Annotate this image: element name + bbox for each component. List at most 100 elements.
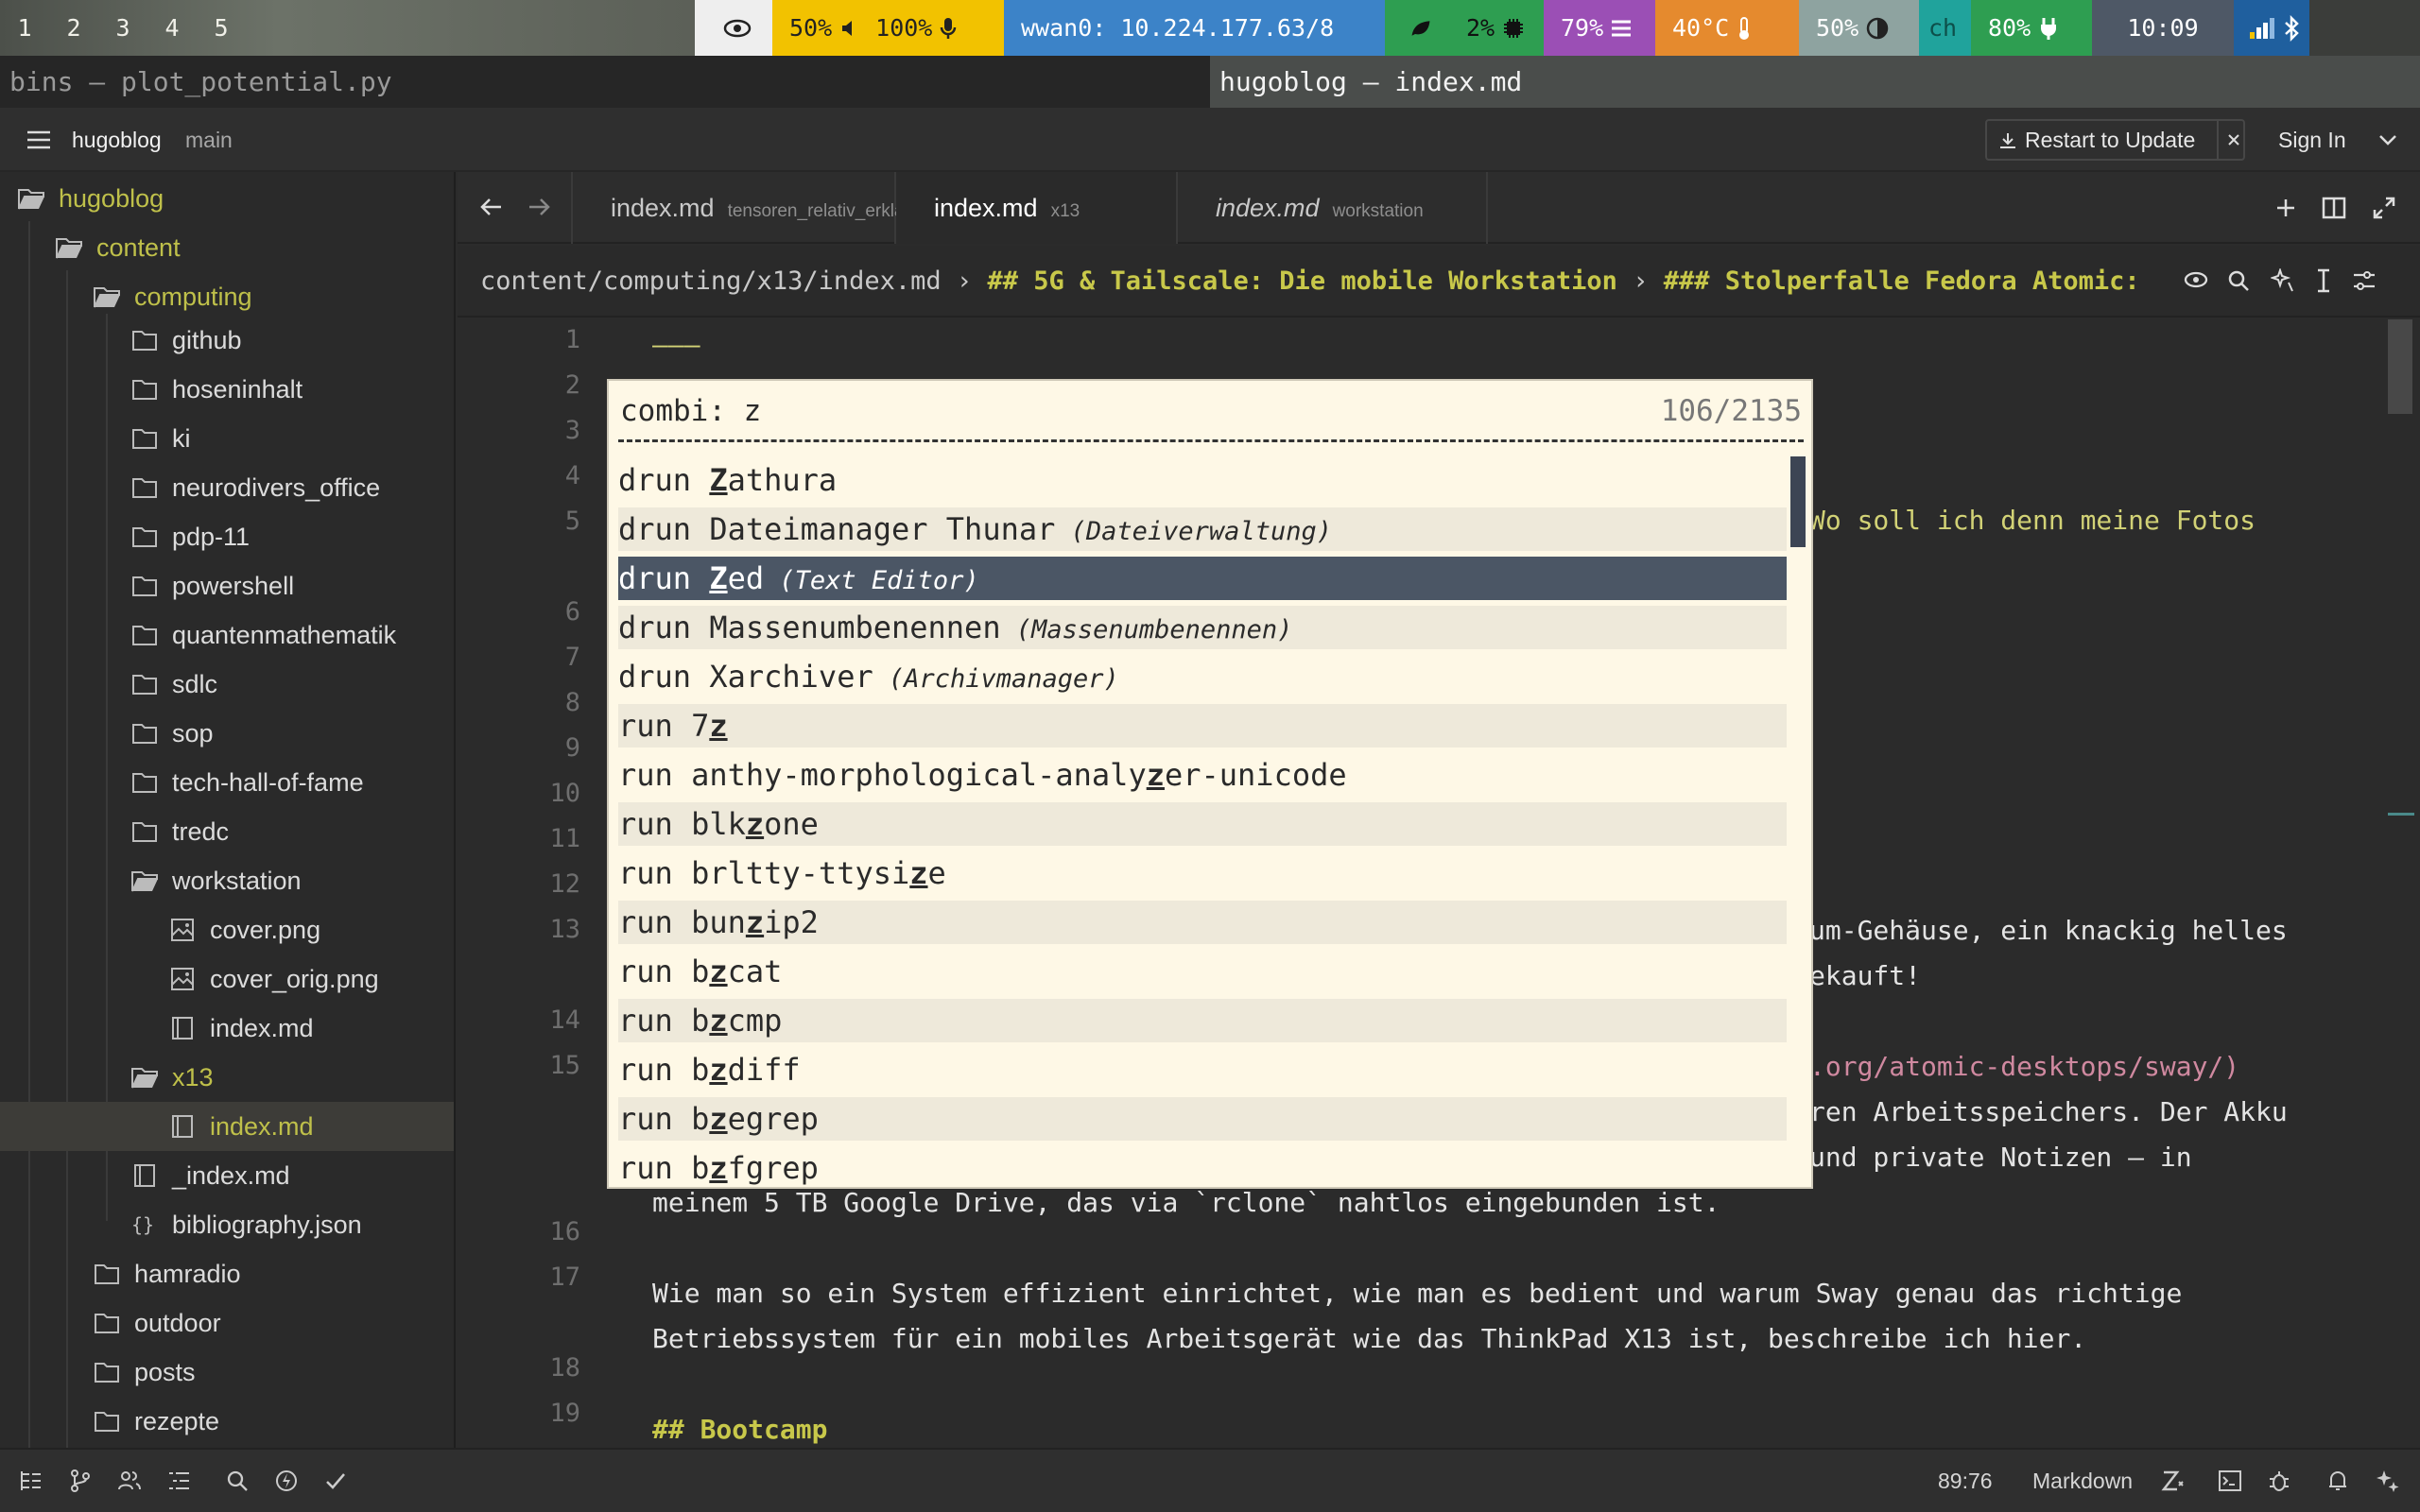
tree-item[interactable]: hoseninhalt bbox=[0, 365, 454, 414]
tree-item[interactable]: outdoor bbox=[0, 1298, 454, 1348]
tree-item[interactable]: cover.png bbox=[0, 905, 454, 954]
dismiss-update-button[interactable] bbox=[2217, 119, 2247, 161]
tab-workstation[interactable]: index.md workstation bbox=[1178, 172, 1488, 244]
launcher-item[interactable]: drun Xarchiver (Archivmanager) bbox=[618, 655, 1787, 698]
battery-block[interactable]: 80% bbox=[1971, 0, 2092, 56]
restart-to-update-button[interactable]: Restart to Update bbox=[1985, 119, 2245, 161]
launcher-item[interactable]: run bzcat bbox=[618, 950, 1787, 993]
tree-root[interactable]: hugoblog bbox=[0, 174, 454, 223]
idle-inhibitor-icon[interactable] bbox=[695, 0, 772, 56]
tree-item[interactable]: tredc bbox=[0, 807, 454, 856]
launcher-input[interactable]: combi: z bbox=[620, 394, 1804, 434]
tree-item[interactable]: rezepte bbox=[0, 1397, 454, 1446]
launcher-item[interactable]: run bzegrep bbox=[618, 1097, 1787, 1141]
launcher-item[interactable]: drun Dateimanager Thunar (Dateiverwaltun… bbox=[618, 507, 1787, 551]
leaf-icon[interactable] bbox=[1385, 0, 1449, 56]
tree-item[interactable]: posts bbox=[0, 1348, 454, 1397]
window-title-left[interactable]: bins – plot_potential.py bbox=[0, 56, 1210, 108]
sparkle-icon[interactable] bbox=[2271, 268, 2295, 293]
assistant-sparkle-icon[interactable] bbox=[2375, 1469, 2399, 1493]
tree-item[interactable]: workstation bbox=[0, 856, 454, 905]
split-pane-icon[interactable] bbox=[2322, 197, 2346, 219]
search-icon[interactable] bbox=[2227, 269, 2250, 292]
menu-icon[interactable] bbox=[26, 130, 51, 149]
clock[interactable]: 10:09 bbox=[2092, 0, 2234, 56]
launcher-item[interactable]: drun Zed (Text Editor) bbox=[618, 557, 1787, 600]
network-block[interactable]: wwan0: 10.224.177.63/8 bbox=[1004, 0, 1385, 56]
launcher-item[interactable]: run brltty-ttysize bbox=[618, 851, 1787, 895]
cursor-position[interactable]: 89:76 bbox=[1938, 1450, 1993, 1512]
tree-item[interactable]: quantenmathematik bbox=[0, 610, 454, 660]
tree-item[interactable]: content bbox=[0, 223, 454, 272]
launcher-item[interactable]: run bunzip2 bbox=[618, 901, 1787, 944]
tree-item[interactable]: x13 bbox=[0, 1053, 454, 1102]
workspace-5[interactable]: 5 bbox=[197, 0, 246, 56]
project-panel-icon[interactable] bbox=[19, 1469, 43, 1493]
tab-tensoren[interactable]: index.md tensoren_relativ_erklaer... bbox=[571, 172, 934, 244]
launcher-item[interactable]: run 7z bbox=[618, 704, 1787, 747]
workspace-1[interactable]: 1 bbox=[0, 0, 49, 56]
back-arrow-icon[interactable] bbox=[480, 197, 503, 217]
eye-icon[interactable] bbox=[2184, 270, 2208, 289]
launcher-item[interactable]: drun Zathura bbox=[618, 458, 1787, 502]
text-cursor-icon[interactable] bbox=[2314, 268, 2333, 293]
git-branch-icon[interactable] bbox=[68, 1469, 93, 1493]
tree-item[interactable]: cover_orig.png bbox=[0, 954, 454, 1004]
maximize-icon[interactable] bbox=[2373, 197, 2395, 219]
terminal-icon[interactable] bbox=[2218, 1469, 2242, 1493]
tab-x13[interactable]: index.md x13 bbox=[896, 172, 1178, 244]
breadcrumb-path[interactable]: content/computing/x13/index.md bbox=[480, 266, 942, 296]
tree-item-label: quantenmathematik bbox=[172, 620, 397, 649]
keyboard-layout[interactable]: ch bbox=[1919, 0, 1971, 56]
bell-icon[interactable] bbox=[2325, 1469, 2350, 1493]
lightning-icon[interactable] bbox=[274, 1469, 299, 1493]
tree-item[interactable]: hamradio bbox=[0, 1249, 454, 1298]
launcher-item[interactable]: run bzfgrep bbox=[618, 1146, 1787, 1190]
zed-predict-icon[interactable] bbox=[2161, 1469, 2186, 1493]
workspace-4[interactable]: 4 bbox=[147, 0, 197, 56]
sliders-icon[interactable] bbox=[2352, 268, 2377, 293]
launcher-item[interactable]: run bzcmp bbox=[618, 999, 1787, 1042]
launcher-item[interactable]: run blkzone bbox=[618, 802, 1787, 846]
tree-item[interactable]: powershell bbox=[0, 561, 454, 610]
language-selector[interactable]: Markdown bbox=[2032, 1450, 2133, 1512]
temperature-block[interactable]: 40°C bbox=[1655, 0, 1799, 56]
audio-block[interactable]: 50% 100% bbox=[772, 0, 1004, 56]
outline-icon[interactable] bbox=[166, 1469, 191, 1493]
tree-item[interactable]: sdlc bbox=[0, 660, 454, 709]
tree-item[interactable]: index.md bbox=[0, 1102, 454, 1151]
brightness-block[interactable]: 50% bbox=[1799, 0, 1919, 56]
workspace-2[interactable]: 2 bbox=[49, 0, 98, 56]
cpu-block[interactable]: 2% bbox=[1449, 0, 1544, 56]
launcher-scrollbar[interactable] bbox=[1790, 456, 1806, 547]
memory-block[interactable]: 79% bbox=[1544, 0, 1655, 56]
check-icon[interactable] bbox=[323, 1469, 348, 1493]
tree-item[interactable]: tech-hall-of-fame bbox=[0, 758, 454, 807]
forward-arrow-icon[interactable] bbox=[527, 197, 550, 217]
tree-item[interactable]: github bbox=[0, 316, 454, 365]
project-name[interactable]: hugoblog bbox=[72, 108, 162, 172]
plus-icon[interactable] bbox=[2274, 197, 2297, 219]
tree-item[interactable]: computing bbox=[0, 272, 454, 321]
launcher-item[interactable]: run bzdiff bbox=[618, 1048, 1787, 1091]
tree-item[interactable]: ki bbox=[0, 414, 454, 463]
breadcrumb-heading-2[interactable]: ## 5G & Tailscale: Die mobile Workstatio… bbox=[987, 266, 1616, 296]
tree-item[interactable]: neurodivers_office bbox=[0, 463, 454, 512]
search-icon[interactable] bbox=[225, 1469, 250, 1493]
launcher-item[interactable]: run anthy-morphological-analyzer-unicode bbox=[618, 753, 1787, 797]
branch-name[interactable]: main bbox=[185, 108, 233, 172]
window-title-right[interactable]: hugoblog – index.md bbox=[1210, 56, 2420, 108]
sign-in-button[interactable]: Sign In bbox=[2278, 108, 2346, 172]
workspace-3[interactable]: 3 bbox=[98, 0, 147, 56]
chevron-down-icon[interactable] bbox=[2378, 134, 2397, 146]
tree-item[interactable]: _index.md bbox=[0, 1151, 454, 1200]
tree-item[interactable]: {} bibliography.json bbox=[0, 1200, 454, 1249]
collaborators-icon[interactable] bbox=[117, 1469, 142, 1493]
tree-item[interactable]: sop bbox=[0, 709, 454, 758]
tree-item[interactable]: pdp-11 bbox=[0, 512, 454, 561]
tree-item[interactable]: index.md bbox=[0, 1004, 454, 1053]
launcher-item[interactable]: drun Massenumbenennen (Massenumbenennen) bbox=[618, 606, 1787, 649]
debug-icon[interactable] bbox=[2267, 1469, 2291, 1493]
editor-scrollbar[interactable] bbox=[2388, 319, 2412, 414]
breadcrumb-heading-3[interactable]: ### Stolperfalle Fedora Atomic: bbox=[1664, 266, 2140, 296]
